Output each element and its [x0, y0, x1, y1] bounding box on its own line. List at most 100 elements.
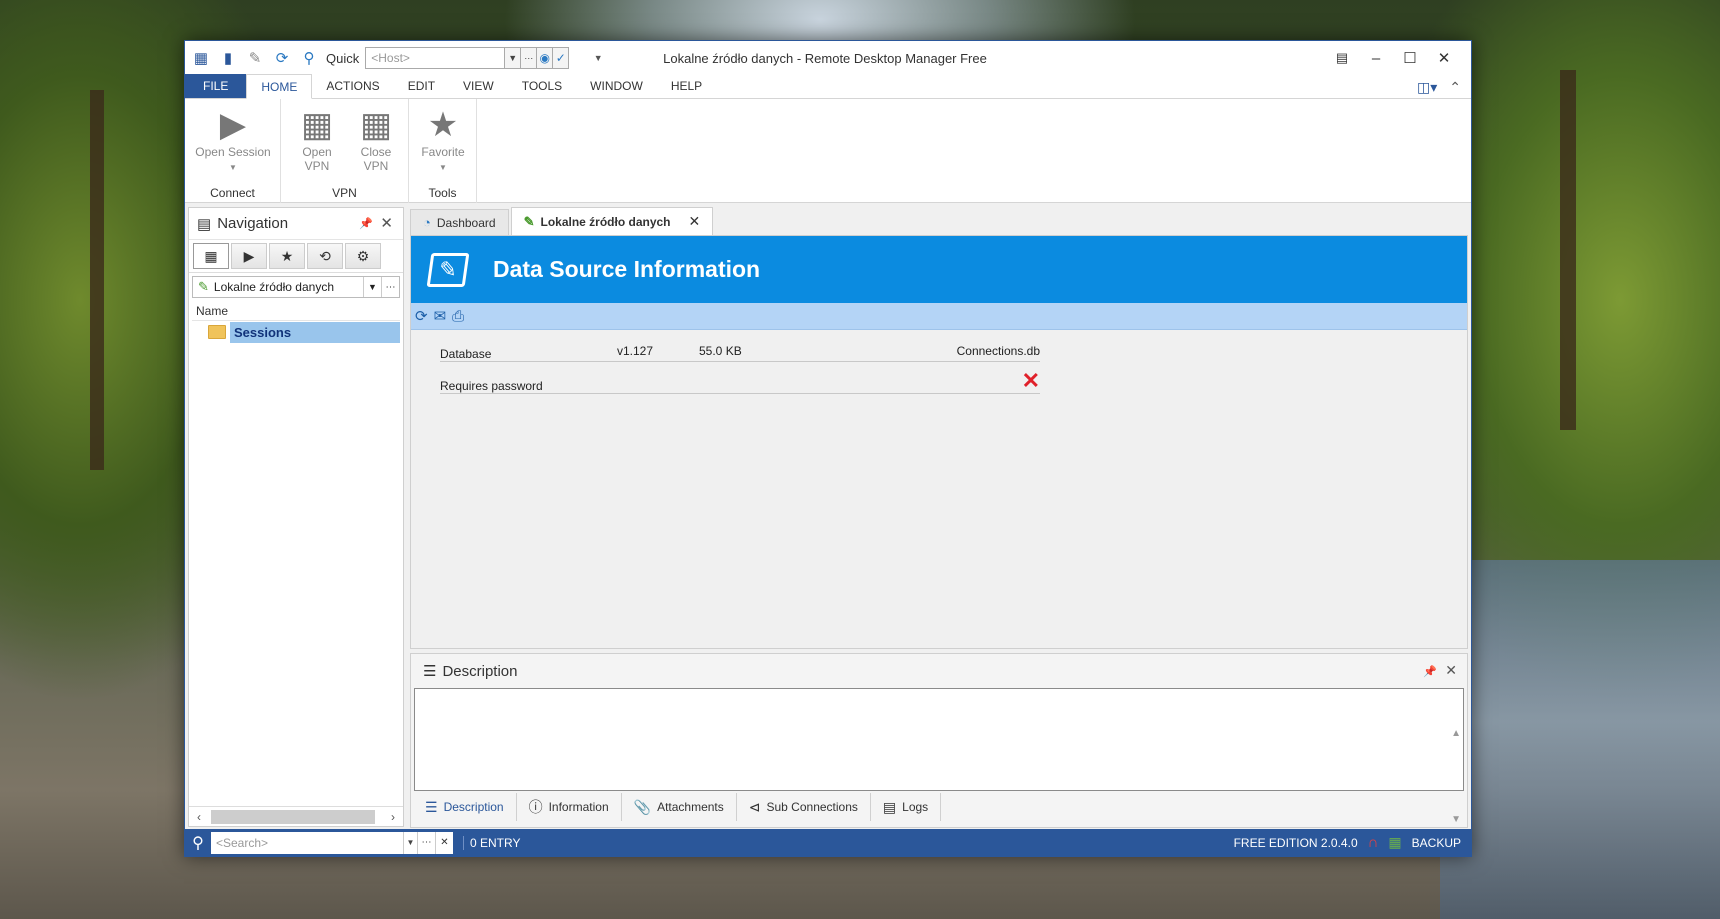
status-right: FREE EDITION 2.0.4.0 ∩ ▦ BACKUP: [1234, 829, 1461, 856]
app-window: ▦ ▮ ✎ ⟳ ⚲ Quick <Host> ▼ ⋯ ◉ ✓ ▼ Lokalne…: [184, 40, 1472, 857]
layout-switch-icon[interactable]: ◫▾: [1417, 79, 1437, 96]
pin-icon[interactable]: 📌: [1423, 665, 1437, 678]
favorite-button[interactable]: ★ Favorite ▼: [415, 105, 471, 175]
host-dropdown-button[interactable]: ▼: [505, 47, 522, 69]
chevron-down-icon[interactable]: ▼: [363, 277, 381, 297]
datasource-info-view: ✎ Data Source Information ⟳ ✉ ⎙ Database…: [410, 235, 1468, 649]
search-icon[interactable]: ⚲: [185, 833, 211, 853]
datasource-select[interactable]: ✎ Lokalne źródło danych ▼ ⋯: [192, 276, 400, 298]
tab-sub-connections[interactable]: ⊲ Sub Connections: [737, 793, 871, 821]
refresh-icon[interactable]: ⟳: [271, 47, 293, 69]
dashboard-gauge-icon: ◔: [423, 215, 431, 230]
datasource-icon[interactable]: ▦: [190, 47, 212, 69]
collapse-ribbon-icon[interactable]: ⌃: [1449, 79, 1461, 96]
new-entry-icon[interactable]: ▮: [217, 47, 239, 69]
description-textarea[interactable]: ▲ ▼: [414, 688, 1464, 825]
favorites-view-button[interactable]: ★: [269, 243, 305, 269]
requires-password-row: Requires password ✕: [440, 362, 1040, 394]
background-tree-trunk: [1560, 70, 1576, 430]
document-tabs: ◔ Dashboard ✎ Lokalne źródło danych ✕: [410, 207, 1468, 235]
search-icon[interactable]: ⚲: [298, 47, 320, 69]
info-toolbar: ⟳ ✉ ⎙: [411, 303, 1467, 330]
quick-host-input[interactable]: <Host>: [365, 47, 506, 69]
tab-window[interactable]: WINDOW: [576, 74, 657, 98]
close-panel-icon[interactable]: ✕: [380, 214, 393, 232]
tab-dashboard[interactable]: ◔ Dashboard: [410, 209, 509, 235]
backup-icon[interactable]: ▦: [1388, 834, 1401, 851]
close-tab-icon[interactable]: ✕: [689, 213, 701, 230]
tab-logs-label: Logs: [902, 800, 929, 814]
status-bar: ⚲ <Search> ▼ ⋯ ✕ 0 ENTRY FREE EDITION 2.…: [185, 829, 1471, 856]
host-more-button[interactable]: ⋯: [521, 47, 538, 69]
quick-action-icon[interactable]: ✓: [553, 47, 570, 69]
banner-title: Data Source Information: [493, 256, 761, 282]
tab-tools[interactable]: TOOLS: [508, 74, 576, 98]
close-panel-icon[interactable]: ✕: [1445, 662, 1457, 679]
email-icon[interactable]: ✉: [434, 307, 447, 325]
tab-description-label: Description: [443, 800, 504, 814]
scroll-left-icon[interactable]: ‹: [189, 810, 209, 824]
close-vpn-button[interactable]: ▦ Close VPN: [351, 105, 401, 173]
clear-search-button[interactable]: ✕: [435, 831, 453, 854]
minimize-button[interactable]: –: [1359, 41, 1393, 75]
description-header: ☰ Description 📌 ✕: [411, 654, 1467, 688]
refresh-icon[interactable]: ⟳: [415, 307, 428, 325]
more-options-icon[interactable]: ⋯: [381, 277, 399, 297]
tab-actions[interactable]: ACTIONS: [312, 74, 393, 98]
tree-item[interactable]: Sessions: [192, 321, 400, 343]
tab-attachments[interactable]: 📎 Attachments: [622, 793, 737, 821]
search-input[interactable]: <Search> ▼: [211, 831, 417, 854]
tab-attachments-label: Attachments: [657, 800, 724, 814]
edit-pencil-icon[interactable]: ✎: [244, 47, 266, 69]
open-session-button[interactable]: ▶ Open Session ▼: [191, 105, 275, 175]
folder-icon: [208, 325, 226, 339]
scroll-right-icon[interactable]: ›: [383, 810, 403, 824]
vpn-close-icon: ▦: [359, 106, 393, 144]
tools-group-label: Tools: [428, 186, 457, 200]
tab-home[interactable]: HOME: [246, 74, 313, 99]
history-view-button[interactable]: ⟲: [307, 243, 343, 269]
magnet-icon[interactable]: ∩: [1368, 834, 1379, 851]
print-icon[interactable]: ⎙: [452, 308, 464, 325]
pin-icon[interactable]: 📌: [359, 217, 373, 230]
ribbon-group-tools: ★ Favorite ▼ Tools: [409, 99, 477, 203]
restore-layout-icon[interactable]: ▤: [1325, 41, 1359, 75]
close-button[interactable]: ✕: [1427, 41, 1461, 75]
datasource-icon: ✎: [523, 213, 535, 229]
tab-datasource-label: Lokalne źródło danych: [540, 214, 671, 229]
name-column-header[interactable]: Name: [192, 301, 400, 321]
backup-label[interactable]: BACKUP: [1412, 836, 1461, 850]
navigation-tree-view-button[interactable]: ▦: [193, 243, 229, 269]
search-options-button[interactable]: ⋯: [417, 831, 435, 854]
database-file: Connections.db: [956, 344, 1040, 358]
ribbon-tab-bar: FILE HOME ACTIONS EDIT VIEW TOOLS WINDOW…: [185, 74, 1471, 99]
datasource-edit-icon: ✎: [426, 252, 470, 287]
tab-sub-connections-label: Sub Connections: [766, 800, 858, 814]
open-vpn-label: Open VPN: [302, 145, 332, 173]
tab-logs[interactable]: ▤ Logs: [871, 793, 942, 821]
tab-help[interactable]: HELP: [657, 74, 716, 98]
open-sessions-view-button[interactable]: ▶: [231, 243, 267, 269]
tab-datasource[interactable]: ✎ Lokalne źródło danych ✕: [510, 207, 714, 235]
tab-description[interactable]: ☰ Description: [413, 793, 517, 821]
open-vpn-button[interactable]: ▦ Open VPN: [289, 105, 345, 173]
tab-dashboard-label: Dashboard: [436, 215, 496, 230]
chevron-down-icon[interactable]: ▼: [403, 831, 417, 854]
tree-item-label: Sessions: [230, 321, 400, 343]
tab-file[interactable]: FILE: [185, 74, 247, 98]
tab-view[interactable]: VIEW: [449, 74, 508, 98]
description-tab-bar: ☰ Description ⓘ Information 📎 Attachment…: [411, 791, 1467, 823]
connect-group-label: Connect: [210, 186, 255, 200]
quick-connect-icon[interactable]: ◉: [537, 47, 554, 69]
ribbon-right-controls: ◫▾ ⌃: [1417, 79, 1461, 96]
maximize-button[interactable]: ☐: [1393, 41, 1427, 75]
tab-edit[interactable]: EDIT: [394, 74, 449, 98]
navigation-panel: ▤ Navigation 📌 ✕ ▦ ▶ ★ ⟲ ⚙ ✎ Lokalne źró…: [188, 207, 404, 827]
star-icon: ★: [427, 106, 459, 144]
settings-gear-icon[interactable]: ⚙: [345, 243, 381, 269]
scroll-thumb[interactable]: [211, 809, 375, 824]
horizontal-scrollbar[interactable]: ‹ ›: [189, 806, 403, 826]
window-title: Lokalne źródło danych - Remote Desktop M…: [663, 50, 987, 66]
tab-information-label: Information: [548, 800, 609, 814]
tab-information[interactable]: ⓘ Information: [517, 793, 622, 821]
